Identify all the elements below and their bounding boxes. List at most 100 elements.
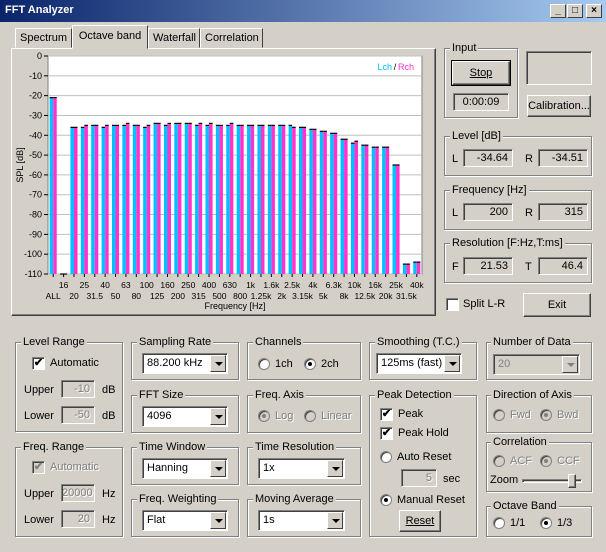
maximize-button[interactable]: □ [567, 4, 583, 18]
x-tick-label: 12.5k [354, 291, 376, 301]
channels-1ch-radio[interactable] [258, 358, 270, 370]
level-l-value: -34.64 [463, 149, 513, 167]
number-of-data-select[interactable]: 20 [493, 354, 580, 375]
x-tick-label: 125 [150, 291, 164, 301]
x-tick-label: 3.15k [292, 291, 314, 301]
bar-rch [73, 127, 78, 274]
bar-lch [153, 123, 158, 274]
chevron-down-icon[interactable] [210, 408, 226, 425]
bar-rch [375, 147, 379, 274]
moving-average-select[interactable]: 1s [258, 510, 345, 531]
bar-rch [157, 123, 161, 274]
freq-lower-input[interactable]: 20 [61, 510, 95, 528]
bar-lch [91, 125, 95, 274]
x-tick-label: 50 [111, 291, 121, 301]
resolution-f-label: F [452, 261, 459, 273]
octave-1-3-radio[interactable] [540, 517, 552, 529]
x-tick-label: 5k [319, 291, 329, 301]
bar-lch [288, 125, 293, 274]
freq-axis-linear-radio[interactable] [304, 410, 316, 422]
chevron-down-icon[interactable] [210, 460, 226, 477]
auto-reset-seconds-input[interactable]: 5 [401, 469, 437, 487]
bar-rch [250, 125, 255, 274]
time-resolution-select[interactable]: 1x [258, 458, 345, 479]
bar-rch [344, 139, 348, 274]
tab-waterfall[interactable]: Waterfall [148, 28, 200, 48]
direction-bwd-label: Bwd [557, 409, 579, 421]
sampling-rate-select[interactable]: 88.200 kHz [142, 353, 228, 374]
level-upper-input[interactable]: -10 [61, 380, 95, 398]
freq-lower-unit: Hz [102, 514, 116, 526]
calibration-button[interactable]: Calibration... [527, 95, 591, 117]
bar-rch [354, 141, 359, 274]
octave-1-3-label: 1/3 [557, 517, 573, 529]
octave-1-1-label: 1/1 [510, 517, 526, 529]
x-tick-label: 1.6k [263, 280, 280, 290]
minimize-button[interactable]: _ [550, 4, 566, 18]
x-tick-label: 25k [389, 280, 403, 290]
bar-rch [396, 165, 400, 274]
manual-reset-label: Manual Reset [397, 494, 465, 506]
tab-octave-band[interactable]: Octave band [72, 25, 148, 49]
octave-1-1-radio[interactable] [493, 517, 505, 529]
x-tick-label: 315 [192, 291, 206, 301]
peak-checkbox[interactable]: ✔ [380, 408, 393, 421]
chevron-down-icon[interactable] [210, 355, 226, 372]
bar-lch [257, 125, 261, 274]
manual-reset-radio[interactable] [380, 494, 392, 506]
bar-lch [330, 133, 334, 274]
close-button[interactable]: × [586, 4, 602, 18]
smoothing-select[interactable]: 125ms (fast) [376, 353, 462, 374]
bar-rch [146, 125, 151, 274]
fft-size-select[interactable]: 4096 [142, 406, 228, 427]
level-lower-unit: dB [102, 410, 116, 422]
auto-reset-seconds-unit: sec [443, 473, 461, 485]
bar-lch [143, 127, 147, 274]
x-axis-label: Frequency [Hz] [204, 301, 265, 311]
peak-label: Peak [398, 408, 424, 420]
chevron-down-icon[interactable] [444, 355, 460, 372]
direction-bwd-radio[interactable] [540, 409, 552, 421]
chevron-down-icon[interactable] [562, 356, 578, 373]
stop-button[interactable]: Stop [451, 60, 511, 86]
bar-rch [94, 125, 99, 274]
bar-rch [209, 123, 213, 274]
correlation-acf-radio[interactable] [493, 455, 505, 467]
time-window-select[interactable]: Hanning [142, 458, 228, 479]
bar-lch [184, 123, 189, 274]
chevron-down-icon[interactable] [210, 512, 226, 529]
tab-spectrum[interactable]: Spectrum [15, 28, 72, 48]
reset-button[interactable]: Reset [399, 510, 441, 532]
tab-correlation[interactable]: Correlation [200, 28, 263, 48]
x-tick-label: 4k [308, 280, 318, 290]
chevron-down-icon[interactable] [327, 512, 343, 529]
exit-button[interactable]: Exit [523, 293, 591, 317]
freq-automatic-label: Automatic [50, 461, 99, 473]
chevron-down-icon[interactable] [327, 460, 343, 477]
x-tick-label: 1k [246, 280, 256, 290]
resolution-t-value: 46.4 [538, 257, 588, 275]
bar-rch [105, 125, 109, 274]
correlation-ccf-radio[interactable] [540, 455, 552, 467]
auto-reset-radio[interactable] [380, 451, 392, 463]
y-tick-label: -90 [29, 229, 42, 239]
frequency-r-value: 315 [538, 203, 588, 221]
bar-rch [188, 123, 192, 274]
peak-hold-checkbox[interactable]: ✔ [380, 427, 393, 440]
time-resolution-value: 1x [263, 462, 275, 474]
channels-2ch-radio[interactable] [304, 358, 316, 370]
split-lr-checkbox[interactable] [446, 298, 459, 311]
freq-upper-input[interactable]: 20000 [61, 484, 95, 502]
level-automatic-checkbox[interactable]: ✔ [32, 357, 45, 370]
reset-label: Reset [405, 515, 435, 527]
direction-fwd-label: Fwd [510, 409, 531, 421]
level-lower-input[interactable]: -50 [61, 406, 95, 424]
freq-weighting-select[interactable]: Flat [142, 510, 228, 531]
freq-axis-log-radio[interactable] [258, 410, 270, 422]
direction-fwd-radio[interactable] [493, 409, 505, 421]
freq-automatic-checkbox[interactable]: ✔ [32, 461, 45, 474]
fft-size-value: 4096 [147, 410, 172, 422]
number-of-data-label: Number of Data [491, 336, 573, 348]
bar-lch [350, 143, 355, 274]
zoom-slider-thumb[interactable] [568, 474, 576, 488]
